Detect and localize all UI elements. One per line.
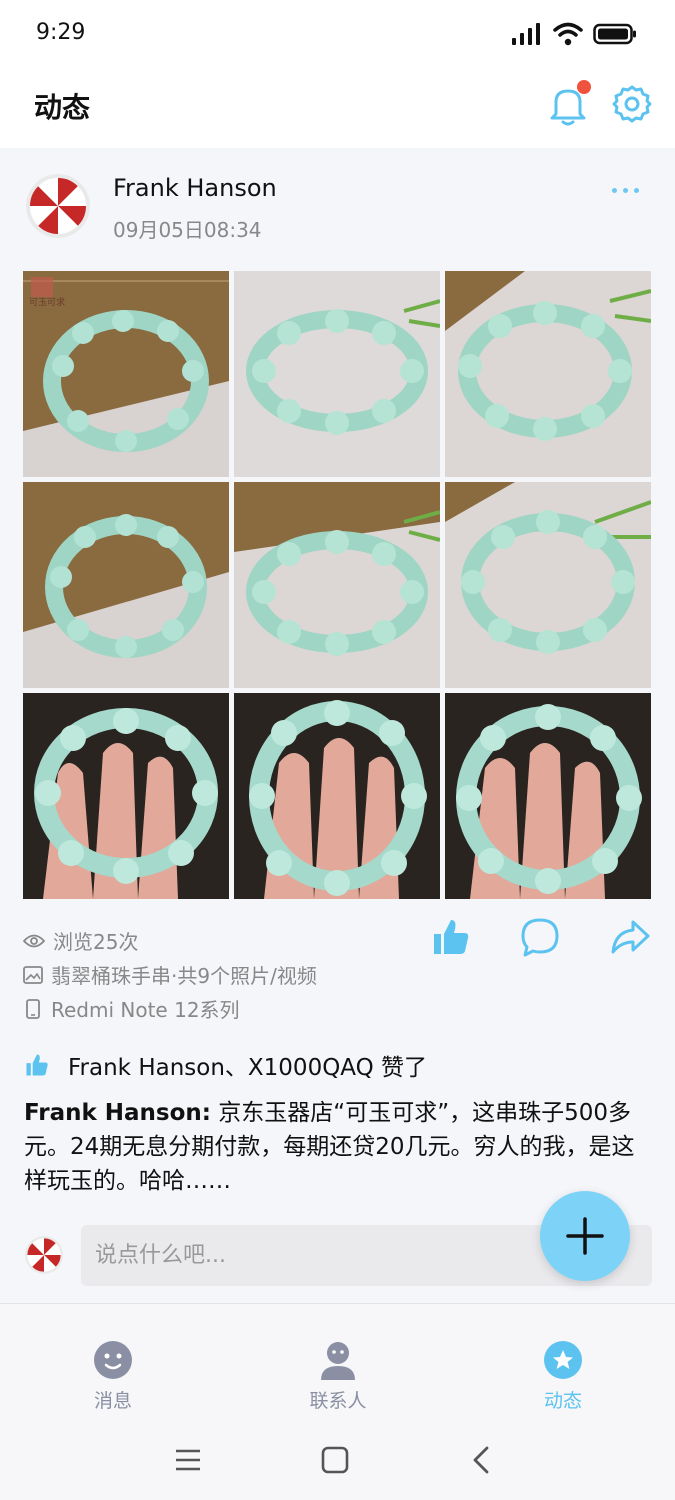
- views-line: 浏览25次: [23, 926, 138, 955]
- post-photo-9[interactable]: [445, 693, 651, 899]
- watermark-text: 可玉可求: [29, 298, 66, 308]
- contacts-icon: [321, 1342, 355, 1380]
- plus-icon: [566, 1217, 604, 1255]
- comment-input[interactable]: [95, 1225, 515, 1286]
- tab-moments[interactable]: 动态: [503, 1340, 623, 1413]
- more-options-icon[interactable]: [612, 188, 639, 193]
- status-bar: 9:29: [0, 0, 675, 68]
- like-thumb-icon[interactable]: [430, 916, 472, 958]
- post-photo-7[interactable]: [23, 693, 229, 899]
- status-time: 9:29: [36, 20, 86, 45]
- status-icons: [511, 22, 637, 46]
- gear-icon[interactable]: [612, 84, 652, 124]
- post-content: Frank Hanson: 京东玉器店“可玉可求”，这串珠子500多元。24期无…: [24, 1096, 644, 1198]
- post-photo-3[interactable]: [445, 271, 651, 477]
- avatar[interactable]: [26, 174, 90, 238]
- album-line[interactable]: 翡翠桶珠手串·共9个照片/视频: [23, 960, 317, 989]
- phone-icon: [26, 998, 40, 1019]
- views-count: 浏览25次: [53, 930, 139, 954]
- menu-icon[interactable]: [174, 1448, 202, 1472]
- notification-badge: [577, 80, 591, 94]
- home-icon[interactable]: [321, 1446, 349, 1474]
- system-nav-bar: [0, 1426, 675, 1500]
- tab-messages[interactable]: 消息: [53, 1340, 173, 1413]
- post-time: 09月05日08:34: [113, 218, 262, 242]
- likes-text: Frank Hanson、X1000QAQ 赞了: [68, 1055, 428, 1081]
- comment-avatar: [25, 1236, 63, 1274]
- tab-contacts[interactable]: 联系人: [278, 1340, 398, 1413]
- umbrella-logo-icon: [26, 174, 90, 238]
- album-info: 翡翠桶珠手串·共9个照片/视频: [51, 964, 317, 988]
- post-photo-4[interactable]: [23, 482, 229, 688]
- likes-summary: Frank Hanson、X1000QAQ 赞了: [24, 1048, 427, 1082]
- signal-icon: [512, 23, 540, 45]
- battery-icon: [593, 23, 636, 45]
- back-icon[interactable]: [471, 1446, 491, 1474]
- post-photo-5[interactable]: [234, 482, 440, 688]
- tab-moments-label: 动态: [543, 1390, 582, 1412]
- message-face-icon: [94, 1341, 132, 1379]
- post-photo-8[interactable]: [234, 693, 440, 899]
- share-arrow-icon[interactable]: [609, 916, 651, 958]
- moments-star-icon: [544, 1341, 582, 1379]
- page-title: 动态: [34, 91, 91, 124]
- device-line: Redmi Note 12系列: [23, 994, 240, 1023]
- eye-icon: [23, 934, 45, 947]
- tab-contacts-label: 联系人: [309, 1390, 367, 1412]
- device-name: Redmi Note 12系列: [51, 998, 240, 1022]
- like-thumb-small-icon: [26, 1054, 48, 1076]
- photo-grid: 可玉可求: [23, 271, 651, 899]
- umbrella-logo-small-icon: [25, 1236, 63, 1274]
- bottom-tab-bar: 消息 联系人 动态: [0, 1303, 675, 1426]
- post-photo-6[interactable]: [445, 482, 651, 688]
- image-icon: [23, 965, 43, 984]
- post-author[interactable]: Frank Hanson: [113, 174, 277, 202]
- comment-bubble-icon[interactable]: [519, 916, 561, 958]
- tab-messages-label: 消息: [93, 1390, 132, 1412]
- post-photo-1[interactable]: 可玉可求: [23, 271, 229, 477]
- add-post-button[interactable]: [540, 1191, 630, 1281]
- feed: Frank Hanson 09月05日08:34 可玉可求 浏览25次 翡翠桶珠…: [0, 148, 675, 1303]
- app-header: 动态: [0, 68, 675, 148]
- content-author[interactable]: Frank Hanson:: [24, 1100, 211, 1126]
- wifi-icon: [553, 22, 583, 46]
- post-photo-2[interactable]: [234, 271, 440, 477]
